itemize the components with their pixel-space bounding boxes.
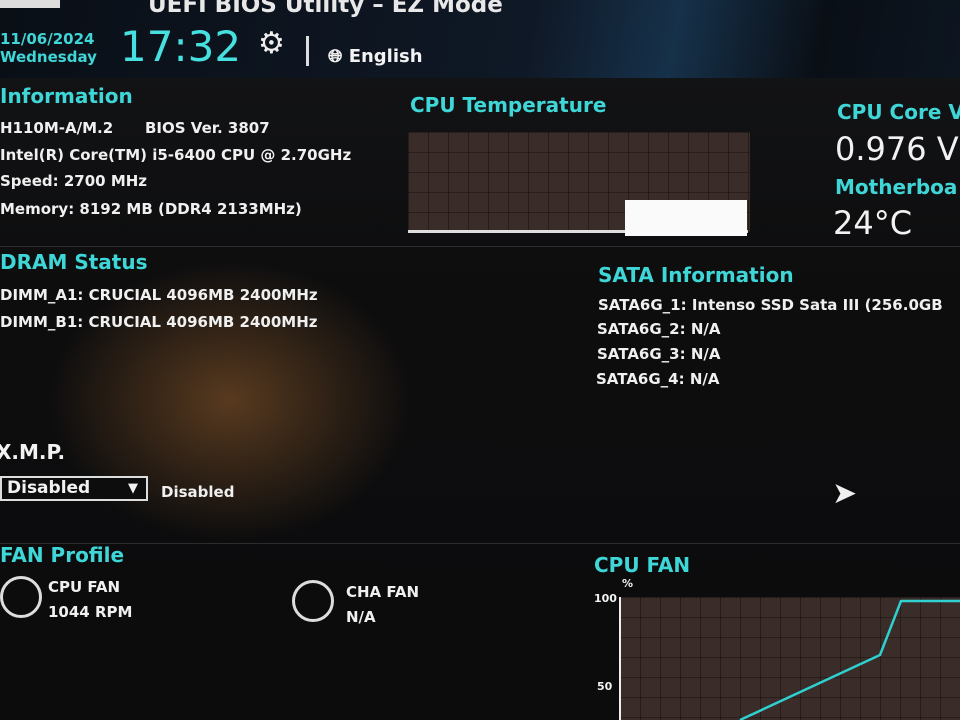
- fan-curve-line: [739, 599, 960, 720]
- fan-curve-svg: [739, 599, 960, 720]
